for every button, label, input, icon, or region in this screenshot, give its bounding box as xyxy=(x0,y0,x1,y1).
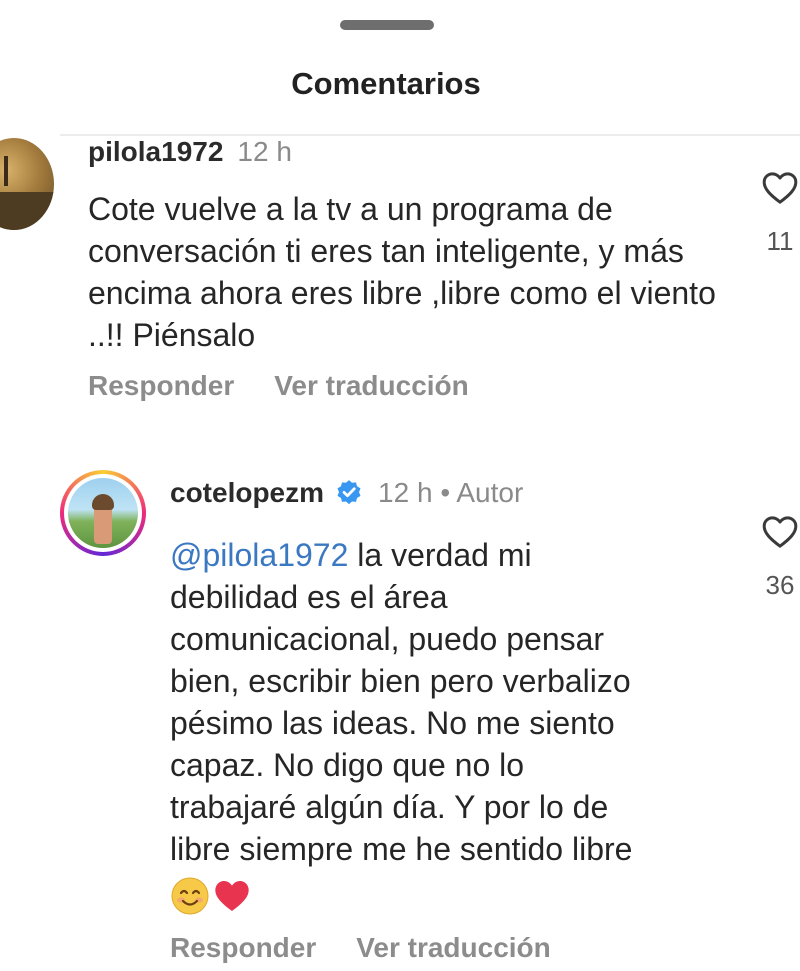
comment-2-text: @pilola1972 la verdad mi debilidad es el… xyxy=(170,534,730,870)
sheet-drag-handle[interactable] xyxy=(340,20,434,30)
comment-2-author-label: Autor xyxy=(456,477,524,508)
comment-2-line-6: capaz. No digo que no lo xyxy=(170,747,525,783)
verified-badge-icon xyxy=(337,479,361,504)
comment-1-username[interactable]: pilola1972 xyxy=(88,136,223,167)
comment-2-line-8: libre siempre me he sentido libre xyxy=(170,831,633,867)
comment-2-line-7: trabajaré algún día. Y por lo de xyxy=(170,789,609,825)
red-heart-emoji xyxy=(215,881,249,911)
sheet-title: Comentarios xyxy=(291,66,481,101)
comment-2-line-1-text: la verdad mi xyxy=(348,537,532,573)
comment-1-actions: Responder Ver traducción xyxy=(88,370,469,402)
comment-2-emojis xyxy=(170,872,252,920)
avatar-cotelopezm[interactable] xyxy=(60,470,146,556)
comment-2-like-count: 36 xyxy=(765,570,795,600)
comment-2-username[interactable]: cotelopezm xyxy=(170,477,324,508)
comment-2-line-4: bien, escribir bien pero verbalizo xyxy=(170,663,631,699)
heart-icon[interactable] xyxy=(760,168,800,208)
comment-1-reply-button[interactable]: Responder xyxy=(88,370,234,401)
comment-2-line-5: pésimo las ideas. No me siento xyxy=(170,705,615,741)
comment-2-actions: Responder Ver traducción xyxy=(170,932,551,964)
comment-1-translate-button[interactable]: Ver traducción xyxy=(274,370,469,401)
comment-2-line-2: debilidad es el área xyxy=(170,579,448,615)
comment-1-text: Cote vuelve a la tv a un programa de con… xyxy=(88,191,716,353)
avatar-pilola1972[interactable] xyxy=(0,138,54,230)
comment-2-line-1: @pilola1972 la verdad mi xyxy=(170,534,730,576)
comment-2-separator: • xyxy=(440,477,451,508)
comment-1-like: 11 xyxy=(755,168,800,257)
comment-2-like: 36 xyxy=(755,512,800,601)
comment-2-translate-button[interactable]: Ver traducción xyxy=(356,932,551,963)
comment-1-header: pilola1972 12 h xyxy=(88,136,292,168)
avatar-landscape xyxy=(0,192,54,230)
avatar-palm-tree xyxy=(4,156,8,186)
avatar-photo xyxy=(68,478,138,548)
smiling-face-emoji xyxy=(171,877,209,915)
comment-2-time: 12 h xyxy=(378,477,433,508)
comment-1-like-count: 11 xyxy=(766,226,794,256)
comment-2-reply-button[interactable]: Responder xyxy=(170,932,316,963)
heart-icon[interactable] xyxy=(760,512,800,552)
comment-1-time: 12 h xyxy=(237,136,292,167)
comment-2-mention[interactable]: @pilola1972 xyxy=(170,537,348,573)
avatar-hair xyxy=(92,494,114,510)
comment-2-line-3: comunicacional, puedo pensar xyxy=(170,621,605,657)
comment-2-header: cotelopezm 12 h • Autor xyxy=(170,477,523,509)
